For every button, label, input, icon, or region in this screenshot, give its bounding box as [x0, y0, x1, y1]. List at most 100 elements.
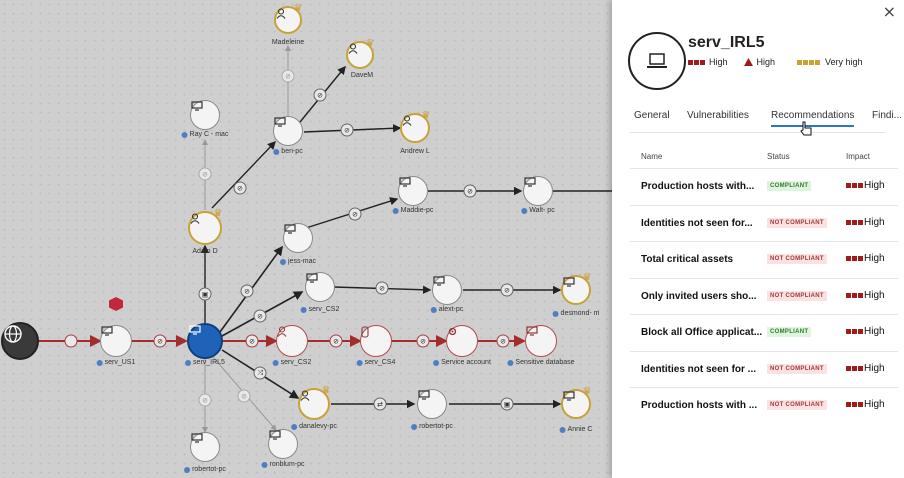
computer-icon [418, 390, 430, 400]
attack-path-graph[interactable]: ⊘ ⊘ ⊘ ⊘ ⊘ ▣ ⊘ ⊘ ⤨ ⊘ ⊘ ⊘ ⊘ ⊘ ⊘ ⊘ ⇄ ▣ ⊘ ⊘ … [0, 0, 612, 478]
status-dot-icon [291, 423, 298, 430]
graph-node-benpc[interactable] [273, 116, 303, 146]
status-dot-icon [273, 148, 280, 155]
tab-recommendations[interactable]: Recommendations [771, 110, 855, 127]
recommendation-name: Block all Office applicat... [641, 327, 763, 338]
warning-triangle-icon [743, 58, 753, 66]
status-dot-icon [356, 359, 363, 366]
edge-icon: ⊘ [500, 283, 514, 297]
column-header-impact[interactable]: Impact [846, 152, 870, 161]
graph-node-label: ben-pc [273, 148, 303, 155]
tab-vulnerabilities[interactable]: Vulnerabilities [687, 110, 749, 121]
node-label-text: danalevy-pc [299, 423, 337, 430]
globe-icon [4, 325, 22, 343]
recommendation-name: Production hosts with ... [641, 400, 758, 411]
impact-cell: High [846, 399, 885, 410]
edge-icon: ⊘ [416, 334, 430, 348]
user-icon [190, 213, 200, 224]
graph-node-alextpc[interactable] [432, 275, 462, 305]
crown-icon: ♛ [365, 38, 375, 49]
graph-node-servirl5[interactable] [187, 323, 223, 359]
user-icon [348, 43, 358, 54]
graph-node-jessmac[interactable] [283, 223, 313, 253]
risk-level: High [709, 57, 728, 67]
tab-findings[interactable]: Findi... [872, 110, 902, 121]
status-badge: NOT COMPLIANT [767, 400, 827, 410]
graph-node-servcs4[interactable] [360, 325, 392, 357]
graph-node-label: Walt- pc [521, 207, 555, 214]
graph-node-robertotpc1[interactable] [190, 432, 220, 462]
graph-node-waltpc[interactable] [523, 176, 553, 206]
edge-icon: ⊘ [375, 281, 389, 295]
impact-text: High [864, 253, 885, 264]
edge-icon: ⊘ [198, 167, 212, 181]
edge-icon: ⊘ [313, 88, 327, 102]
status-badge: NOT COMPLIANT [767, 290, 827, 301]
impact-text: High [864, 180, 885, 191]
graph-node-ronblum[interactable] [268, 429, 298, 459]
graph-node-maddiepc[interactable] [398, 176, 428, 206]
graph-node-label: Service account [433, 359, 491, 366]
computer-icon [189, 325, 201, 335]
status-dot-icon [272, 359, 279, 366]
graph-node-rayc[interactable] [190, 100, 220, 130]
node-label-text: DaveM [350, 72, 374, 79]
internet-node[interactable] [1, 322, 39, 360]
table-row[interactable]: Only invited users sho... NOT COMPLIANT Hi… [630, 277, 898, 316]
impact-text: High [864, 362, 885, 374]
table-row[interactable]: Identities not seen for... NOT COMPLIANT H… [630, 204, 898, 243]
table-row[interactable]: Production hosts with... COMPLIANT High [630, 168, 898, 206]
graph-node-servus1[interactable] [100, 325, 132, 357]
graph-node-servcs2a[interactable] [305, 272, 335, 302]
graph-node-robertotpc2[interactable] [417, 389, 447, 419]
impact-cell: High [846, 326, 885, 337]
status-dot-icon [392, 207, 399, 214]
edge-icon [64, 334, 78, 348]
criticality-level: Very high [825, 57, 863, 67]
column-header-status[interactable]: Status [767, 152, 790, 161]
status-dot-icon [559, 426, 566, 433]
node-label-text: Walt- pc [529, 207, 555, 214]
computer-icon [191, 101, 203, 111]
graph-node-label: Ray C - mac [181, 131, 228, 138]
node-label-text: ben-pc [281, 148, 303, 155]
impact-text: High [864, 399, 885, 410]
impact-text: High [864, 216, 885, 228]
edge-icon: ⊘ [233, 181, 247, 195]
computer-icon [524, 177, 536, 187]
status-dot-icon [96, 359, 103, 366]
graph-node-svcacct[interactable] [446, 325, 478, 357]
node-label-text: alext-pc [438, 306, 464, 313]
computer-icon [284, 224, 296, 234]
edge-icon: ⇄ [373, 397, 387, 411]
user-icon [277, 326, 287, 337]
crown-icon: ♛ [582, 386, 592, 397]
table-row[interactable]: Identities not seen for ... NOT COMPLIANT… [630, 350, 898, 389]
edge-icon: ⊘ [237, 389, 251, 403]
status-badge: NOT COMPLIANT [767, 217, 827, 228]
close-icon[interactable]: × [883, 2, 896, 21]
graph-node-servcs2b[interactable] [276, 325, 308, 357]
node-label-text: robertot-pc [192, 466, 226, 473]
edge-icon: ▣ [198, 287, 212, 301]
graph-node-label: serv_CS4 [356, 359, 396, 366]
graph-node-label: serv_IRL5 [185, 359, 225, 366]
edge-icon: ⊘ [240, 284, 254, 298]
column-header-name[interactable]: Name [641, 152, 662, 161]
recommendation-name: Identities not seen for ... [641, 363, 757, 375]
computer-icon [274, 117, 286, 127]
hand-cursor-icon [800, 121, 812, 136]
tab-general[interactable]: General [634, 110, 670, 121]
table-row[interactable]: Block all Office applicat... COMPLIANT Hig… [630, 314, 898, 352]
graph-node-sensdb[interactable] [525, 325, 557, 357]
user-icon [300, 390, 310, 401]
node-label-text: serv_CS4 [364, 359, 396, 366]
table-row[interactable]: Production hosts with ... NOT COMPLIANT Hi… [630, 387, 898, 425]
risk-badges: High High Very high [688, 57, 863, 67]
node-label-text: Service account [441, 359, 491, 366]
graph-node-label: danalevy-pc [291, 423, 337, 430]
table-row[interactable]: Total critical assets NOT COMPLIANT High [630, 241, 898, 279]
graph-node-label: alext-pc [430, 306, 464, 313]
graph-node-label: Madeleine [272, 39, 304, 46]
computer-icon [101, 326, 113, 336]
